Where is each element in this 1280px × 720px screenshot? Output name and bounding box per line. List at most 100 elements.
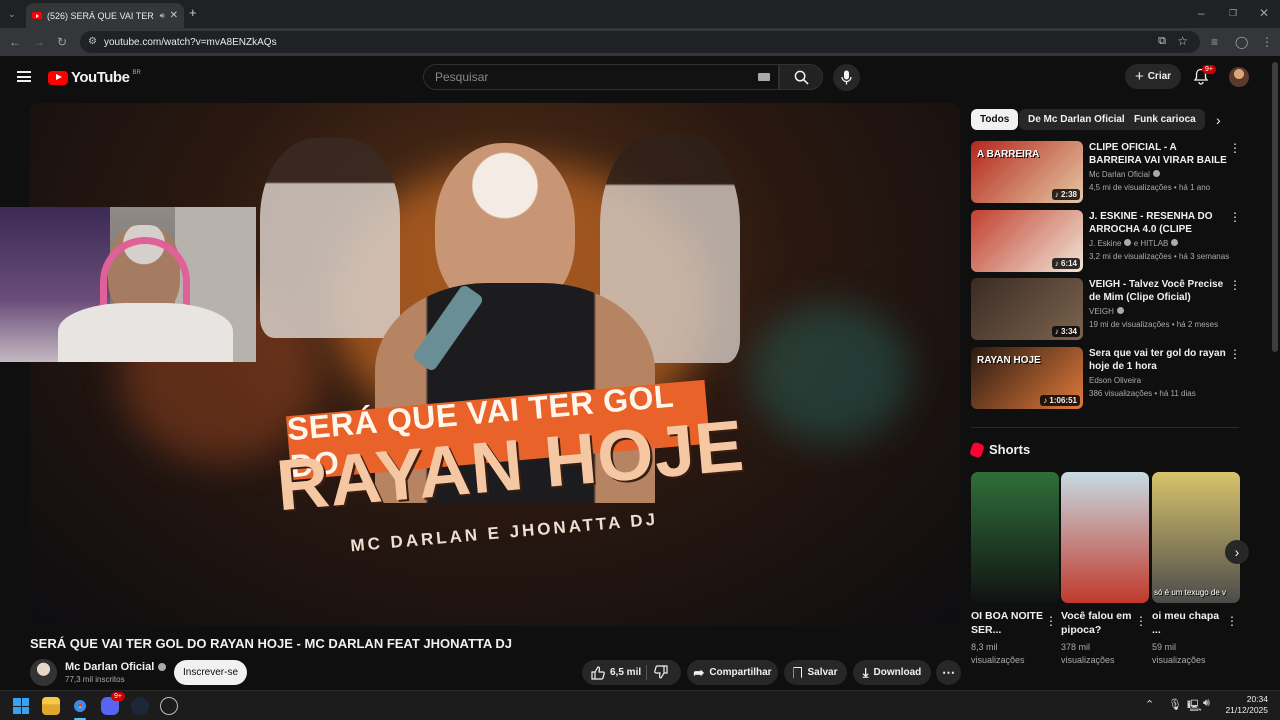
url-text: youtube.com/watch?v=mvA8ENZkAQs (104, 36, 277, 48)
channel-name[interactable]: Mc Darlan Oficial (65, 661, 167, 673)
kebab-menu-icon[interactable]: ⋮ (1229, 142, 1241, 154)
recommendation-item[interactable]: RAYAN HOJE ♪ 1:06:51 Sera que vai ter gol … (971, 347, 1241, 409)
short-title[interactable]: Você falou em pipoca? (1061, 609, 1133, 637)
short-thumbnail[interactable]: só é um texugo de v (1152, 472, 1240, 603)
recommendation-thumbnail[interactable]: A BARREIRA ♪ 2:38 (971, 141, 1083, 203)
video-player[interactable]: SERÁ QUE VAI TER GOL DO RAYAN HOJE MC DA… (30, 103, 960, 626)
chips-next-icon[interactable]: › (1216, 112, 1221, 128)
page-scrollbar-thumb[interactable] (1272, 62, 1278, 352)
short-title[interactable]: oi meu chapa ... (1152, 609, 1224, 637)
short-thumbnail[interactable] (1061, 472, 1149, 603)
keyboard-icon[interactable] (758, 73, 770, 81)
recommendation-channel[interactable]: Mc Darlan Oficial (1089, 170, 1160, 179)
kebab-menu-icon[interactable]: ⋮ (1135, 614, 1147, 628)
site-info-icon[interactable]: ⚙ (88, 36, 97, 47)
create-button[interactable]: + Criar (1125, 64, 1181, 89)
discord-icon[interactable]: 9+ (101, 692, 125, 715)
recommendation-channel[interactable]: J. Eskine e HITLAB (1089, 239, 1179, 248)
kebab-menu-icon[interactable]: ⋮ (1229, 279, 1241, 291)
steam-icon[interactable] (131, 697, 149, 715)
tab-close-icon[interactable]: ✕ (170, 10, 178, 21)
kebab-menu-icon[interactable]: ⋮ (1229, 348, 1241, 360)
restore-icon[interactable]: ❐ (1229, 7, 1237, 19)
recommendation-channel[interactable]: Edson Oliveira (1089, 376, 1141, 385)
app-icon[interactable] (160, 697, 178, 715)
recommendation-item[interactable]: ♪ 3:34 VEIGH - Talvez Você Precise de Mim… (971, 278, 1241, 340)
close-icon[interactable]: ✕ (1259, 7, 1269, 19)
recommendation-item[interactable]: A BARREIRA ♪ 2:38 CLIPE OFICIAL - A BARREI… (971, 141, 1241, 203)
clock[interactable]: 20:34 21/12/2025 (1218, 694, 1268, 716)
more-actions-button[interactable]: ⋯ (936, 660, 961, 685)
verified-icon (1152, 170, 1160, 177)
voice-search-button[interactable] (833, 64, 860, 91)
tray-chevron-icon[interactable]: ⌃ (1145, 698, 1154, 711)
duration-badge: ♪ 6:14 (1051, 258, 1080, 269)
shorts-next-button[interactable]: › (1225, 540, 1249, 564)
media-icon[interactable]: ≡ (1211, 36, 1218, 48)
download-button[interactable]: ⤓ Download (853, 660, 931, 685)
speaker-icon[interactable]: 🔊︎ (160, 11, 165, 21)
file-explorer-icon[interactable] (42, 697, 60, 715)
bookmark-star-icon[interactable]: ☆ (1177, 34, 1188, 48)
short-title[interactable]: OI BOA NOITE SER... (971, 609, 1043, 637)
youtube-logo[interactable]: YouTube BR (48, 69, 141, 86)
recommendation-meta: 3,2 mi de visualizações • há 3 semanas (1089, 252, 1230, 261)
recommendation-thumbnail[interactable]: ♪ 6:14 (971, 210, 1083, 272)
chip-todos[interactable]: Todos (971, 109, 1019, 130)
save-button[interactable]: Salvar (784, 660, 847, 685)
kebab-menu-icon[interactable]: ⋮ (1226, 614, 1238, 628)
recommendation-meta: 386 visualizações • há 11 dias (1089, 389, 1196, 398)
download-icon: ⤓ (862, 664, 869, 680)
recommendation-title[interactable]: VEIGH - Talvez Você Precise de Mim (Clip… (1089, 278, 1227, 304)
microphone-icon (841, 70, 852, 85)
thumbnail-text: RAYAN HOJE (977, 355, 1041, 366)
search-input[interactable]: Pesquisar (423, 64, 779, 90)
recommendation-channel[interactable]: VEIGH (1089, 307, 1124, 316)
recommendation-thumbnail[interactable]: ♪ 3:34 (971, 278, 1083, 340)
back-icon[interactable]: ← (9, 36, 21, 48)
notifications-button[interactable]: 9+ (1193, 65, 1216, 86)
duration-badge: ♪ 3:34 (1051, 326, 1080, 337)
minimize-icon[interactable]: – (1198, 7, 1205, 19)
reload-icon[interactable]: ↻ (57, 36, 67, 48)
shorts-header: Shorts (968, 440, 1030, 459)
recommendation-item[interactable]: ♪ 6:14 J. ESKINE - RESENHA DO ARROCHA 4.0… (971, 210, 1241, 272)
start-icon[interactable] (13, 698, 29, 714)
thumbnail-text: A BARREIRA (977, 149, 1040, 160)
like-button[interactable]: 6,5 mil (591, 665, 641, 680)
short-thumbnail[interactable] (971, 472, 1059, 603)
share-button[interactable]: ➦ Compartilhar (687, 660, 778, 685)
forward-icon[interactable]: → (33, 36, 45, 48)
chrome-icon[interactable] (71, 697, 89, 715)
search-button[interactable] (779, 64, 823, 90)
menu-icon[interactable] (17, 71, 31, 82)
recommendation-thumbnail[interactable]: RAYAN HOJE ♪ 1:06:51 (971, 347, 1083, 409)
kebab-menu-icon[interactable]: ⋮ (1045, 614, 1057, 628)
chip-funk-carioca[interactable]: Funk carioca (1125, 109, 1205, 130)
profile-icon[interactable]: ◯ (1235, 36, 1248, 48)
browser-tab-strip: ⌄ (526) SERÁ QUE VAI TER GOL 🔊︎ ✕ + – ❐ … (0, 0, 1280, 28)
mic-tray-icon[interactable]: 🎙︎ (1168, 698, 1182, 711)
account-avatar[interactable] (1229, 67, 1249, 87)
more-icon[interactable]: ⋮ (1261, 36, 1273, 48)
new-tab-icon[interactable]: + (189, 6, 197, 19)
recommendation-title[interactable]: CLIPE OFICIAL - A BARREIRA VAI VIRAR BAI… (1089, 141, 1227, 167)
chip-channel[interactable]: De Mc Darlan Oficial (1019, 109, 1134, 130)
volume-icon[interactable]: 🔊︎ (1203, 697, 1210, 710)
channel-avatar[interactable] (30, 659, 57, 686)
browser-tab-active[interactable]: (526) SERÁ QUE VAI TER GOL 🔊︎ ✕ (26, 3, 184, 28)
short-views: 8,3 mil visualizações (971, 642, 1025, 665)
recommendation-title[interactable]: Sera que vai ter gol do rayan hoje de 1 … (1089, 347, 1227, 373)
recommendation-title[interactable]: J. ESKINE - RESENHA DO ARROCHA 4.0 (CLIP… (1089, 210, 1227, 236)
notification-count-badge: 9+ (1202, 65, 1216, 74)
bookmark-icon (793, 666, 803, 679)
subscribe-button[interactable]: Inscrever-se (174, 660, 247, 685)
address-bar[interactable]: ⚙ youtube.com/watch?v=mvA8ENZkAQs ⧉ ☆ (80, 31, 1200, 53)
dislike-button[interactable] (654, 665, 668, 682)
search-icon (794, 70, 809, 85)
tab-search-icon[interactable]: ⌄ (8, 8, 16, 20)
kebab-menu-icon[interactable]: ⋮ (1229, 211, 1241, 223)
install-icon[interactable]: ⧉ (1158, 35, 1166, 48)
network-icon[interactable]: 🖳︎ (1187, 697, 1202, 716)
short-views: 59 mil visualizações (1152, 642, 1206, 665)
